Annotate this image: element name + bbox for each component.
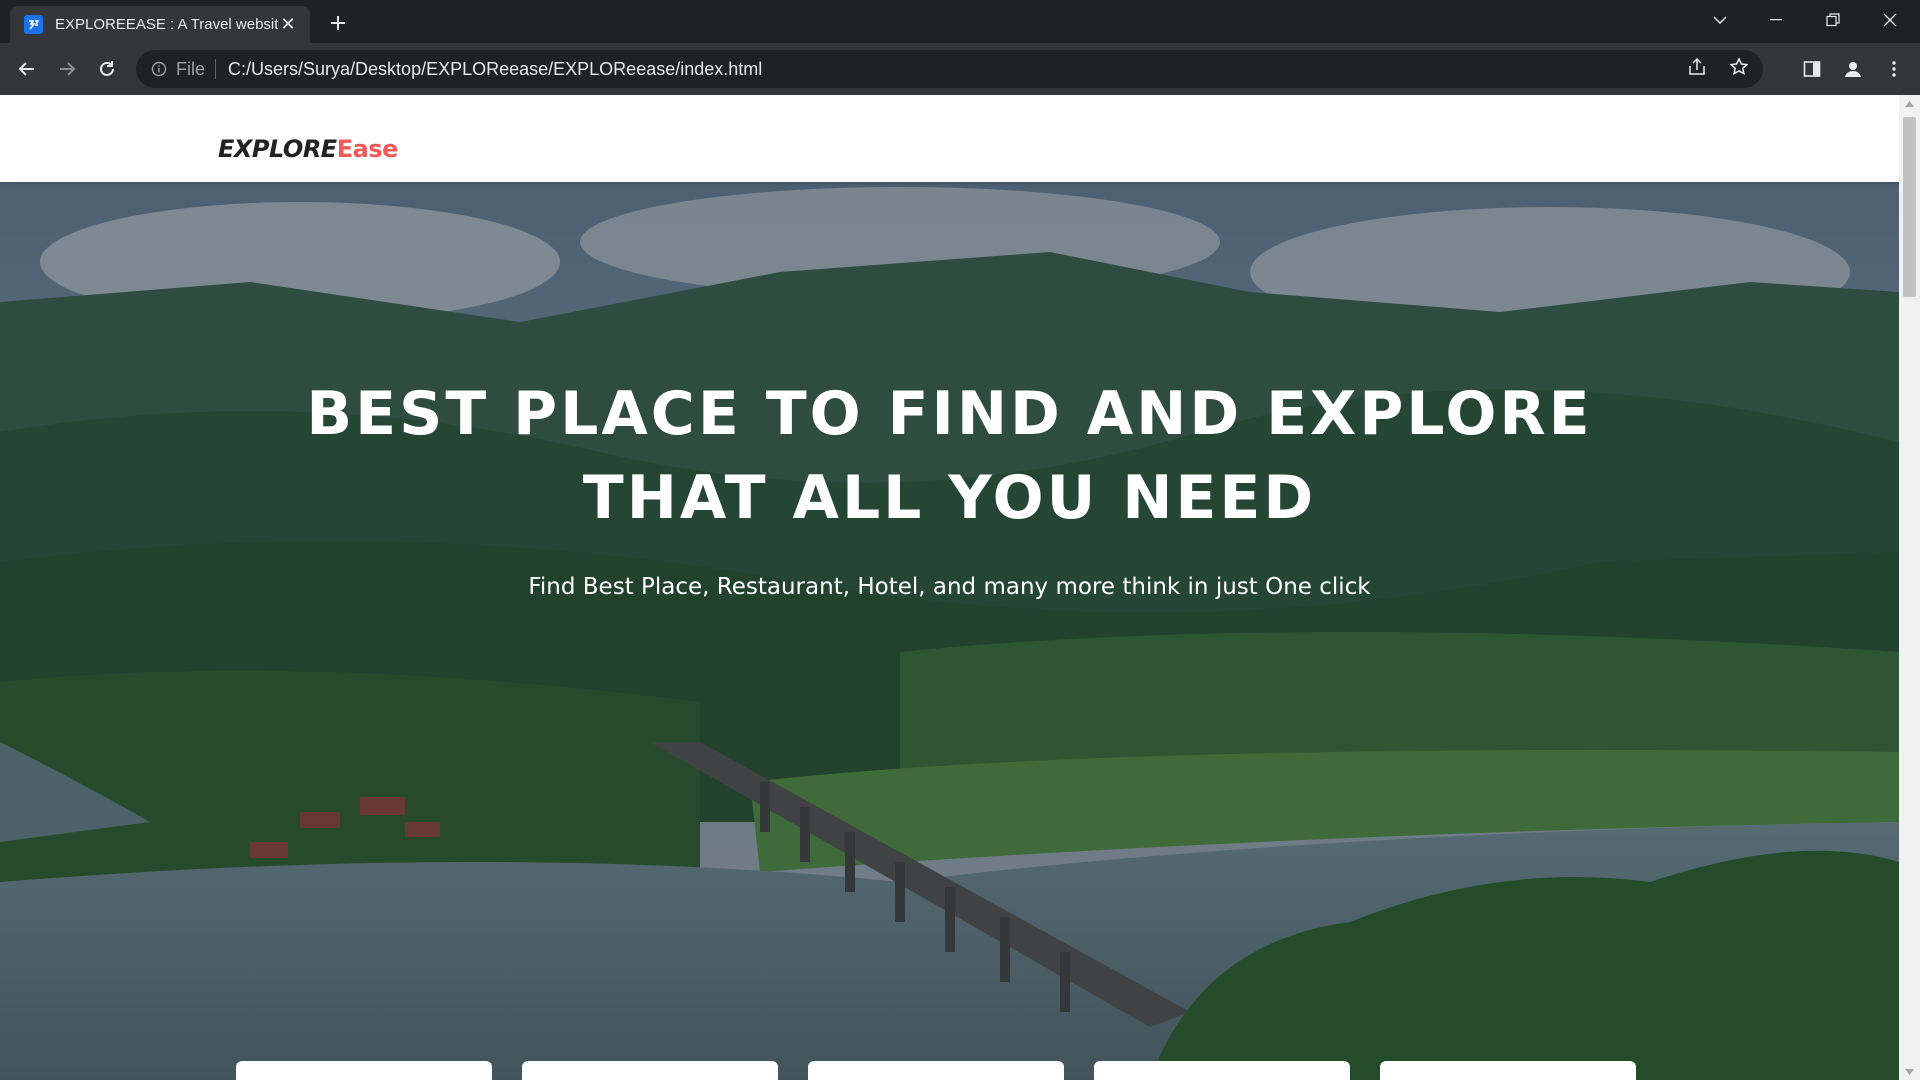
feature-card[interactable] xyxy=(1380,1061,1636,1080)
feature-card[interactable] xyxy=(1094,1061,1350,1080)
scroll-down-arrow-icon[interactable] xyxy=(1899,1063,1920,1080)
hero-title-line1: BEST PLACE TO FIND AND EXPLORE xyxy=(306,379,1593,449)
hero-overlay xyxy=(0,182,1899,1080)
share-icon[interactable] xyxy=(1687,57,1707,82)
site-header: EXPLOREEase xyxy=(0,95,1899,182)
reload-icon[interactable] xyxy=(91,53,123,85)
minimize-button[interactable] xyxy=(1748,0,1804,40)
profile-avatar-icon[interactable] xyxy=(1837,53,1869,85)
hero-title-line2: THAT ALL YOU NEED xyxy=(582,463,1317,533)
close-window-button[interactable] xyxy=(1862,0,1918,40)
hero-section: BEST PLACE TO FIND AND EXPLORE THAT ALL … xyxy=(0,182,1899,1080)
browser-toolbar: File C:/Users/Surya/Desktop/EXPLOReease/… xyxy=(0,43,1920,95)
url-scheme-label: File xyxy=(176,58,206,79)
feature-card[interactable] xyxy=(522,1061,778,1080)
page-scrollbar[interactable] xyxy=(1899,95,1920,1080)
tab-title: EXPLOREEASE : A Travel website xyxy=(55,16,278,33)
url-text[interactable]: C:/Users/Surya/Desktop/EXPLOReease/EXPLO… xyxy=(228,59,762,80)
restore-button[interactable] xyxy=(1805,0,1861,40)
scrollbar-thumb[interactable] xyxy=(1903,117,1916,297)
back-arrow-icon[interactable] xyxy=(11,53,43,85)
tab-close-icon[interactable]: ✕ xyxy=(278,14,298,35)
page-viewport: EXPLOREEase BEST PLACE TO FIND AND EXPLO… xyxy=(0,95,1899,1080)
site-info-icon[interactable] xyxy=(150,60,168,78)
address-bar[interactable]: File C:/Users/Surya/Desktop/EXPLOReease/… xyxy=(136,50,1763,88)
feature-card[interactable] xyxy=(236,1061,492,1080)
logo-text-accent: Ease xyxy=(336,135,399,163)
browser-titlebar: EXPLOREEASE : A Travel website ✕ xyxy=(0,0,1920,43)
new-tab-button[interactable] xyxy=(324,9,352,37)
bookmark-star-icon[interactable] xyxy=(1729,56,1749,82)
feature-cards-row xyxy=(236,1061,1636,1080)
browser-tab[interactable]: EXPLOREEASE : A Travel website ✕ xyxy=(10,6,310,43)
side-panel-icon[interactable] xyxy=(1796,53,1828,85)
scroll-up-arrow-icon[interactable] xyxy=(1899,95,1920,112)
site-logo[interactable]: EXPLOREEase xyxy=(218,135,398,163)
logo-text-primary: EXPLORE xyxy=(218,135,337,163)
hero-subtitle: Find Best Place, Restaurant, Hotel, and … xyxy=(528,574,1371,600)
forward-arrow-icon[interactable] xyxy=(51,53,83,85)
tab-search-chevron-down-icon[interactable] xyxy=(1692,0,1748,40)
feature-card[interactable] xyxy=(808,1061,1064,1080)
more-menu-icon[interactable] xyxy=(1878,53,1910,85)
site-favicon-icon xyxy=(24,15,43,34)
hero-title: BEST PLACE TO FIND AND EXPLORE THAT ALL … xyxy=(0,372,1899,540)
address-divider xyxy=(215,59,217,79)
